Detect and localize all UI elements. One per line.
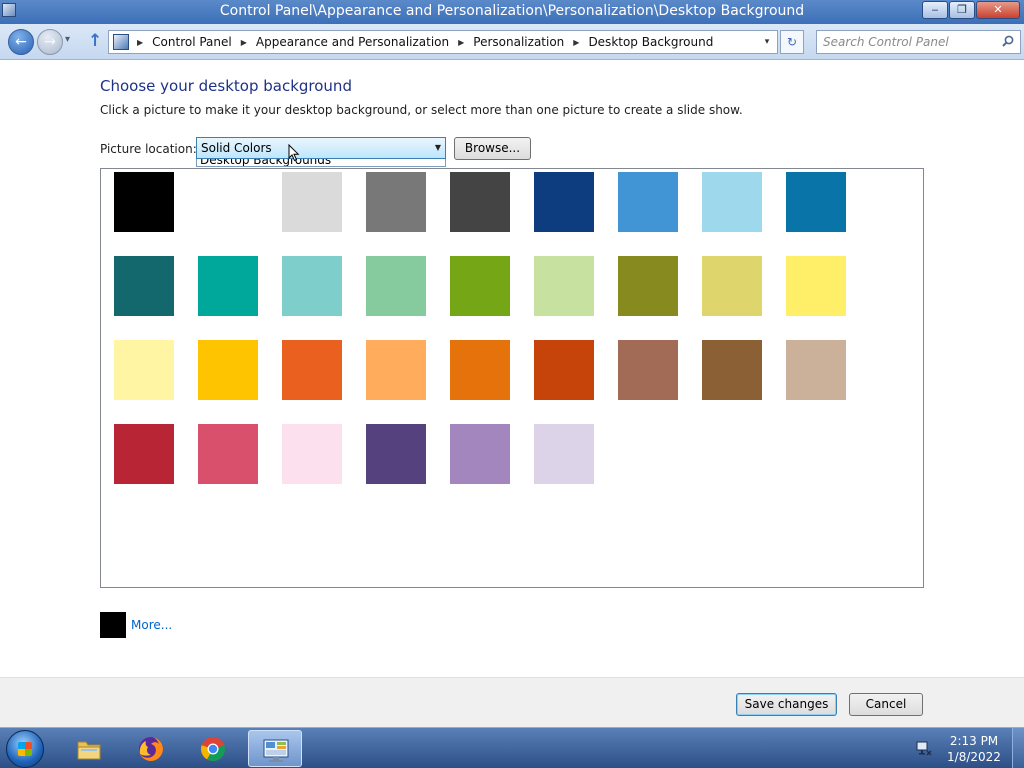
page-subtitle: Click a picture to make it your desktop … [100,103,743,117]
color-swatch[interactable] [450,256,510,316]
color-swatch[interactable] [366,172,426,232]
title-bar: Control Panel\Appearance and Personaliza… [0,0,1024,24]
color-swatch[interactable] [114,172,174,232]
color-swatch[interactable] [198,256,258,316]
navigation-bar: ← → ▾ ↑ ▶ Control Panel ▶ Appearance and… [0,24,1024,60]
picture-location-dropdown-list[interactable]: Desktop Backgrounds [196,159,446,167]
color-swatch[interactable] [198,172,258,232]
more-colors-link[interactable]: More... [131,618,172,632]
color-swatch[interactable] [618,340,678,400]
taskbar: 2:13 PM 1/8/2022 [0,727,1024,768]
clock-date: 1/8/2022 [947,750,1001,764]
color-swatch[interactable] [534,424,594,484]
picture-location-value: Solid Colors [201,141,272,155]
window-controls: ‒ ❐ ✕ [922,1,1020,19]
show-desktop-button[interactable] [1012,728,1024,768]
color-swatch[interactable] [786,340,846,400]
color-swatch[interactable] [702,340,762,400]
color-swatch[interactable] [534,172,594,232]
breadcrumb-separator[interactable]: ▶ [241,38,247,47]
search-box[interactable] [816,30,1021,54]
maximize-button[interactable]: ❐ [949,1,975,19]
color-swatch[interactable] [366,424,426,484]
taskbar-file-explorer[interactable] [62,730,116,767]
color-swatch[interactable] [282,340,342,400]
color-swatch[interactable] [450,172,510,232]
main-content: Choose your desktop background Click a p… [0,61,1024,677]
address-bar[interactable]: ▶ Control Panel ▶ Appearance and Persona… [108,30,778,54]
picture-location-label: Picture location: [100,142,197,156]
chevron-down-icon[interactable]: ▼ [435,143,441,152]
folder-icon [77,741,101,760]
address-dropdown-button[interactable]: ▾ [759,34,775,50]
custom-color-preview[interactable] [100,612,126,638]
clock-time: 2:13 PM [949,734,999,748]
network-icon[interactable] [916,740,932,756]
back-button[interactable]: ← [8,29,34,55]
breadcrumb-separator[interactable]: ▶ [137,38,143,47]
taskbar-chrome[interactable] [186,730,240,767]
forward-button[interactable]: → [37,29,63,55]
browse-button[interactable]: Browse... [454,137,531,160]
color-swatch[interactable] [198,340,258,400]
breadcrumb-control-panel[interactable]: Control Panel [152,35,232,49]
picture-location-select[interactable]: Solid Colors ▼ [196,137,446,159]
color-swatch[interactable] [114,340,174,400]
color-swatch[interactable] [786,256,846,316]
color-swatch[interactable] [282,424,342,484]
cancel-button[interactable]: Cancel [849,693,923,716]
mouse-cursor-icon [288,144,300,162]
taskbar-control-panel[interactable] [248,730,302,767]
color-swatch[interactable] [366,256,426,316]
color-swatch[interactable] [198,424,258,484]
color-swatch[interactable] [282,172,342,232]
color-swatch[interactable] [450,424,510,484]
color-swatch[interactable] [114,256,174,316]
breadcrumb: ▶ Control Panel ▶ Appearance and Persona… [135,35,713,49]
recent-pages-dropdown[interactable]: ▾ [65,34,70,45]
color-swatch[interactable] [702,256,762,316]
color-swatch[interactable] [534,340,594,400]
breadcrumb-separator[interactable]: ▶ [573,38,579,47]
window-title: Control Panel\Appearance and Personaliza… [219,3,805,19]
color-swatch[interactable] [786,172,846,232]
color-swatch[interactable] [114,424,174,484]
close-button[interactable]: ✕ [976,1,1020,19]
save-changes-button[interactable]: Save changes [736,693,837,716]
system-clock[interactable]: 2:13 PM 1/8/2022 [944,733,1004,765]
taskbar-firefox[interactable] [124,730,178,767]
minimize-button[interactable]: ‒ [922,1,948,19]
color-swatch[interactable] [702,172,762,232]
color-swatch[interactable] [534,256,594,316]
footer-bar: Save changes Cancel [0,677,1024,727]
chrome-icon [201,737,225,761]
color-swatch-grid [100,168,924,588]
breadcrumb-appearance[interactable]: Appearance and Personalization [256,35,449,49]
search-icon[interactable] [1002,35,1014,47]
refresh-button[interactable]: ↻ [780,30,804,54]
page-title: Choose your desktop background [100,77,352,95]
dropdown-option[interactable]: Desktop Backgrounds [200,159,331,166]
up-arrow-icon[interactable]: ↑ [88,31,102,51]
color-swatch[interactable] [618,256,678,316]
breadcrumb-separator[interactable]: ▶ [458,38,464,47]
control-panel-icon [113,34,129,50]
color-swatch[interactable] [366,340,426,400]
firefox-icon [139,737,163,761]
color-swatch[interactable] [282,256,342,316]
start-button[interactable] [6,730,44,768]
search-input[interactable] [823,34,993,50]
color-swatch[interactable] [450,340,510,400]
breadcrumb-desktop-background[interactable]: Desktop Background [588,35,713,49]
color-swatch[interactable] [618,172,678,232]
breadcrumb-personalization[interactable]: Personalization [473,35,564,49]
control-panel-icon [263,739,289,762]
